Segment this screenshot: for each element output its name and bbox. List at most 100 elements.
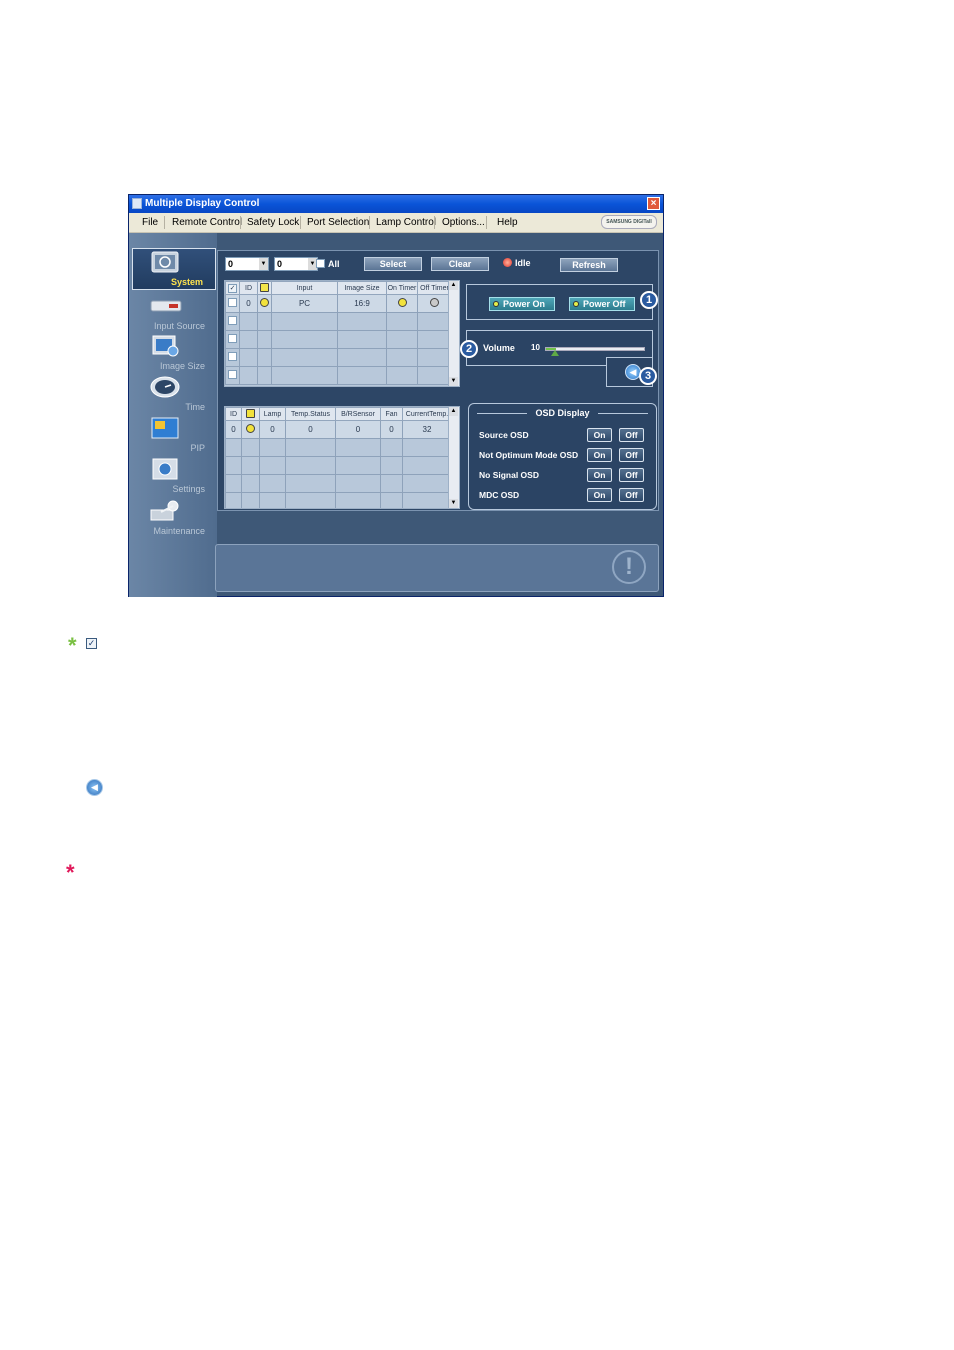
header-power — [241, 407, 260, 421]
osd-row-label: MDC OSD — [479, 490, 520, 500]
display-grid: ✓ ID Input Image Size On Timer Off Timer… — [224, 280, 460, 387]
sidebar-item-pip[interactable]: PIP — [129, 415, 217, 455]
menu-separator — [486, 216, 487, 229]
osd-row-no-signal: No Signal OSD On Off — [479, 468, 649, 482]
sidebar-item-maintenance[interactable]: Maintenance — [129, 498, 217, 538]
sidebar-item-time[interactable]: Time — [129, 374, 217, 414]
sidebar: System Input Source Image Size Time PIP … — [129, 233, 217, 597]
grid-scrollbar[interactable]: ▲ ▼ — [448, 281, 459, 386]
osd-panel: OSD Display Source OSD On Off Not Optimu… — [468, 403, 657, 510]
row-checkbox[interactable] — [228, 370, 237, 379]
title-bar: Multiple Display Control × — [129, 195, 663, 213]
table-row[interactable] — [225, 456, 452, 475]
grid-header-row: ✓ ID Input Image Size On Timer Off Timer — [225, 281, 452, 295]
divider — [598, 413, 648, 414]
scroll-up-icon[interactable]: ▲ — [449, 407, 458, 416]
image-size-icon — [152, 335, 179, 357]
header-temp-status: Temp.Status — [285, 407, 336, 421]
row-checkbox[interactable] — [228, 352, 237, 361]
power-panel: Power On Power Off — [466, 284, 653, 320]
osd-off-button[interactable]: Off — [619, 488, 644, 502]
brand-logo: SAMSUNG DIGITall — [601, 215, 657, 229]
power-off-button[interactable]: Power Off — [569, 297, 635, 311]
close-button[interactable]: × — [647, 197, 660, 210]
table-row[interactable] — [225, 366, 452, 385]
header-lamp: Lamp — [259, 407, 286, 421]
monitor-icon — [151, 251, 179, 273]
header-id: ID — [225, 407, 242, 421]
sidebar-item-label: Settings — [172, 484, 205, 494]
note-star-icon: * — [68, 633, 77, 658]
volume-slider-thumb[interactable] — [550, 350, 559, 356]
osd-on-button[interactable]: On — [587, 428, 612, 442]
power-status-led-icon — [260, 298, 269, 307]
volume-value: 10 — [531, 343, 540, 352]
menu-options[interactable]: Options... — [442, 213, 485, 232]
status-indicator: Idle — [503, 258, 531, 268]
osd-off-button[interactable]: Off — [619, 428, 644, 442]
table-row[interactable] — [225, 492, 452, 508]
main-panel: 0 ▼ 0 ▼ All Select Clear Idle Refresh ✓ … — [217, 250, 659, 511]
select-all-checkbox[interactable]: ✓ — [228, 283, 237, 293]
power-on-button[interactable]: Power On — [489, 297, 555, 311]
sidebar-item-settings[interactable]: Settings — [129, 456, 217, 496]
table-row[interactable] — [225, 474, 452, 493]
callout-1: 1 — [640, 291, 658, 309]
osd-on-button[interactable]: On — [587, 488, 612, 502]
scroll-down-icon[interactable]: ▼ — [449, 377, 458, 386]
sidebar-item-input-source[interactable]: Input Source — [129, 293, 217, 333]
osd-row-not-optimum: Not Optimum Mode OSD On Off — [479, 448, 649, 462]
power-off-label: Power Off — [583, 299, 626, 309]
menu-separator — [240, 216, 241, 229]
menu-safety-lock[interactable]: Safety Lock — [247, 213, 299, 232]
all-label: All — [328, 259, 340, 269]
input-source-icon — [150, 300, 182, 312]
app-window: Multiple Display Control × File Remote C… — [128, 194, 664, 597]
chevron-down-icon[interactable]: ▼ — [259, 258, 268, 270]
osd-on-button[interactable]: On — [587, 448, 612, 462]
osd-row-label: No Signal OSD — [479, 470, 539, 480]
osd-off-button[interactable]: Off — [619, 448, 644, 462]
clear-button[interactable]: Clear — [431, 257, 489, 271]
row-checkbox[interactable] — [228, 316, 237, 325]
pip-icon — [151, 417, 179, 439]
all-checkbox[interactable] — [316, 259, 325, 268]
table-row[interactable] — [225, 312, 452, 331]
on-timer-led-icon — [397, 298, 407, 307]
table-row[interactable] — [225, 330, 452, 349]
header-image-size: Image Size — [337, 281, 387, 295]
callout-3: 3 — [639, 367, 657, 385]
menu-bar: File Remote Control Safety Lock Port Sel… — [129, 213, 663, 233]
table-row[interactable]: 0 0 0 0 0 32 — [225, 420, 452, 439]
menu-file[interactable]: File — [142, 213, 158, 232]
all-checkbox-wrap[interactable]: All — [316, 259, 340, 269]
id-combo-start[interactable]: 0 ▼ — [225, 257, 269, 271]
scroll-up-icon[interactable]: ▲ — [449, 281, 458, 290]
menu-separator — [369, 216, 370, 229]
id-combo-end[interactable]: 0 ▼ — [274, 257, 318, 271]
menu-port-selection[interactable]: Port Selection — [307, 213, 369, 232]
sidebar-item-system[interactable]: System — [132, 248, 216, 290]
menu-help[interactable]: Help — [497, 213, 518, 232]
clock-icon — [150, 376, 180, 398]
row-checkbox[interactable] — [228, 298, 237, 307]
cell-temp-status: 0 — [285, 420, 336, 439]
menu-remote-control[interactable]: Remote Control — [172, 213, 242, 232]
cell-image-size: 16:9 — [337, 294, 387, 313]
header-select-all[interactable]: ✓ — [225, 281, 240, 295]
refresh-button[interactable]: Refresh — [560, 258, 618, 272]
sidebar-item-image-size[interactable]: Image Size — [129, 333, 217, 373]
select-button[interactable]: Select — [364, 257, 422, 271]
table-row[interactable] — [225, 438, 452, 457]
menu-lamp-control[interactable]: Lamp Control — [376, 213, 436, 232]
scroll-down-icon[interactable]: ▼ — [449, 499, 458, 508]
row-checkbox[interactable] — [228, 334, 237, 343]
osd-on-button[interactable]: On — [587, 468, 612, 482]
table-row[interactable] — [225, 348, 452, 367]
combo-value: 0 — [228, 259, 234, 269]
table-row[interactable]: 0 PC 16:9 — [225, 294, 452, 313]
osd-off-button[interactable]: Off — [619, 468, 644, 482]
grid-scrollbar[interactable]: ▲ ▼ — [448, 407, 459, 508]
sidebar-item-label: Maintenance — [153, 526, 205, 536]
volume-slider[interactable] — [545, 347, 645, 351]
